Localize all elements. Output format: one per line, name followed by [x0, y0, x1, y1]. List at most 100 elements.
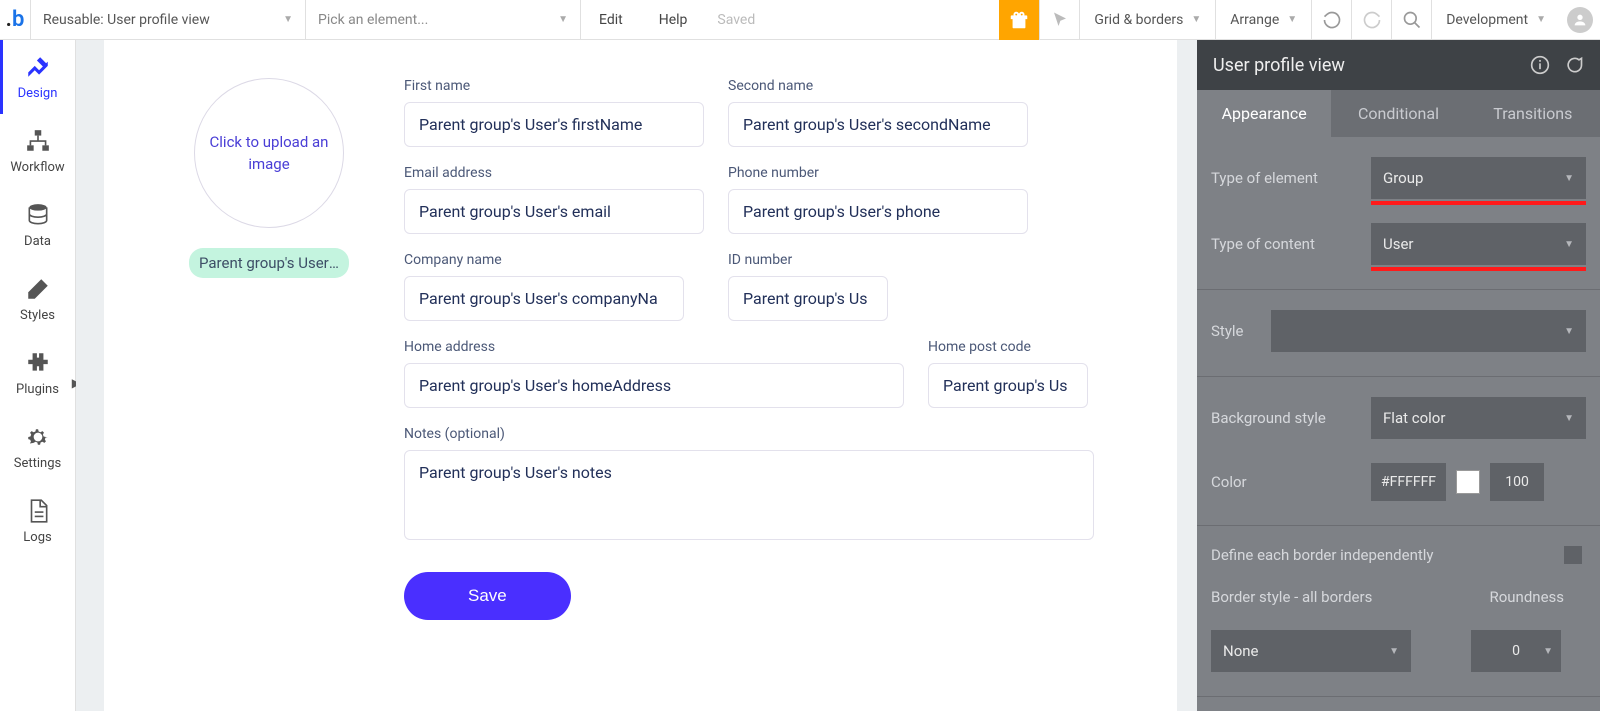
chevron-down-icon: ▼ — [1564, 326, 1574, 337]
tab-transitions[interactable]: Transitions — [1466, 90, 1600, 137]
undo-icon — [1322, 10, 1342, 30]
uploader-text: Click to upload an image — [195, 131, 343, 176]
type-of-element-select[interactable]: Group ▼ — [1371, 157, 1586, 199]
gear-icon — [25, 424, 51, 450]
color-alpha-input[interactable]: 100 — [1490, 463, 1544, 501]
grid-borders-dropdown[interactable]: Grid & borders ▼ — [1079, 0, 1215, 40]
property-body: Type of element Group ▼ Type of content … — [1197, 137, 1600, 711]
company-input[interactable]: Parent group's User's companyNa — [404, 276, 684, 321]
home-address-input[interactable]: Parent group's User's homeAddress — [404, 363, 904, 408]
nav-data[interactable]: Data — [0, 188, 75, 262]
chevron-down-icon: ▼ — [1389, 646, 1399, 657]
second-name-input[interactable]: Parent group's User's secondName — [728, 102, 1028, 147]
nav-label: Design — [18, 86, 58, 101]
undo-button[interactable] — [1311, 0, 1351, 40]
environment-label: Development — [1446, 12, 1528, 28]
element-picker-placeholder: Pick an element... — [318, 12, 428, 28]
second-name-label: Second name — [728, 78, 1028, 94]
nav-label: Styles — [20, 308, 55, 323]
company-label: Company name — [404, 252, 684, 268]
nav-label: Data — [24, 234, 51, 249]
page-dropdown-label: Reusable: User profile view — [43, 12, 210, 28]
arrange-dropdown[interactable]: Arrange ▼ — [1215, 0, 1311, 40]
nav-settings[interactable]: Settings — [0, 410, 75, 484]
highlight-marker — [1371, 267, 1586, 271]
logs-icon — [25, 498, 51, 524]
page-dropdown[interactable]: Reusable: User profile view ▼ — [31, 0, 306, 40]
roundness-input[interactable]: 0 ▼ — [1471, 630, 1561, 672]
redo-icon — [1362, 10, 1382, 30]
color-swatch[interactable] — [1456, 470, 1480, 494]
redo-button[interactable] — [1351, 0, 1391, 40]
cursor-icon — [1051, 11, 1069, 29]
notes-input[interactable]: Parent group's User's notes — [404, 450, 1094, 540]
chevron-down-icon: ▼ — [1564, 239, 1574, 250]
notes-label: Notes (optional) — [404, 426, 1094, 442]
plugins-icon — [25, 350, 51, 376]
type-of-content-select[interactable]: User ▼ — [1371, 223, 1586, 265]
nav-label: Settings — [14, 456, 61, 471]
background-style-label: Background style — [1211, 409, 1371, 427]
top-bar: .b Reusable: User profile view ▼ Pick an… — [0, 0, 1600, 40]
main: Design Workflow Data Styles Plugins — [0, 40, 1600, 711]
cursor-tool[interactable] — [1039, 0, 1079, 40]
type-of-element-label: Type of element — [1211, 169, 1371, 187]
gift-button[interactable] — [999, 0, 1039, 40]
menu-edit[interactable]: Edit — [581, 0, 641, 40]
avatar-icon — [1567, 7, 1593, 33]
define-border-checkbox[interactable] — [1564, 546, 1582, 564]
element-picker[interactable]: Pick an element... ▼ — [306, 0, 581, 40]
color-hex-input[interactable]: #FFFFFF — [1371, 463, 1446, 501]
info-icon[interactable] — [1530, 55, 1550, 75]
nav-plugins[interactable]: Plugins — [0, 336, 75, 410]
menu-help[interactable]: Help — [641, 0, 706, 40]
nav-label: Workflow — [10, 160, 64, 175]
id-label: ID number — [728, 252, 888, 268]
chevron-down-icon: ▼ — [558, 14, 568, 25]
account-button[interactable] — [1560, 0, 1600, 40]
post-code-label: Home post code — [928, 339, 1088, 355]
phone-label: Phone number — [728, 165, 1028, 181]
bubble-logo[interactable]: .b — [0, 0, 31, 40]
highlight-marker — [1371, 201, 1586, 205]
user-text-element[interactable]: Parent group's User'... — [189, 248, 349, 278]
chevron-down-icon: ▼ — [283, 14, 293, 25]
nav-design[interactable]: Design — [0, 40, 75, 114]
nav-label: Plugins — [16, 382, 59, 397]
border-style-select[interactable]: None ▼ — [1211, 630, 1411, 672]
arrange-label: Arrange — [1230, 12, 1279, 28]
tab-appearance[interactable]: Appearance — [1197, 90, 1331, 137]
data-icon — [25, 202, 51, 228]
home-address-label: Home address — [404, 339, 904, 355]
nav-styles[interactable]: Styles — [0, 262, 75, 336]
tab-conditional[interactable]: Conditional — [1331, 90, 1465, 137]
nav-workflow[interactable]: Workflow — [0, 114, 75, 188]
email-input[interactable]: Parent group's User's email — [404, 189, 704, 234]
chevron-down-icon: ▼ — [1564, 173, 1574, 184]
grid-borders-label: Grid & borders — [1094, 12, 1183, 28]
canvas-left: Click to upload an image Parent group's … — [144, 78, 394, 701]
save-button[interactable]: Save — [404, 572, 571, 620]
property-panel: User profile view Appearance Conditional… — [1197, 40, 1600, 711]
property-panel-header: User profile view — [1197, 40, 1600, 90]
post-code-input[interactable]: Parent group's Us — [928, 363, 1088, 408]
property-tabs: Appearance Conditional Transitions — [1197, 90, 1600, 137]
canvas-page[interactable]: Click to upload an image Parent group's … — [104, 40, 1177, 711]
left-nav: Design Workflow Data Styles Plugins — [0, 40, 76, 711]
nav-logs[interactable]: Logs — [0, 484, 75, 558]
environment-dropdown[interactable]: Development ▼ — [1431, 0, 1560, 40]
image-uploader[interactable]: Click to upload an image — [194, 78, 344, 228]
first-name-input[interactable]: Parent group's User's firstName — [404, 102, 704, 147]
canvas-area[interactable]: Click to upload an image Parent group's … — [76, 40, 1197, 711]
phone-input[interactable]: Parent group's User's phone — [728, 189, 1028, 234]
form: First name Parent group's User's firstNa… — [394, 78, 1137, 701]
style-label: Style — [1211, 322, 1271, 340]
background-style-select[interactable]: Flat color ▼ — [1371, 397, 1586, 439]
id-input[interactable]: Parent group's Us — [728, 276, 888, 321]
chat-icon[interactable] — [1564, 55, 1584, 75]
define-border-label: Define each border independently — [1211, 546, 1434, 564]
search-button[interactable] — [1391, 0, 1431, 40]
style-select[interactable]: ▼ — [1271, 310, 1586, 352]
email-label: Email address — [404, 165, 704, 181]
nav-label: Logs — [23, 530, 51, 545]
